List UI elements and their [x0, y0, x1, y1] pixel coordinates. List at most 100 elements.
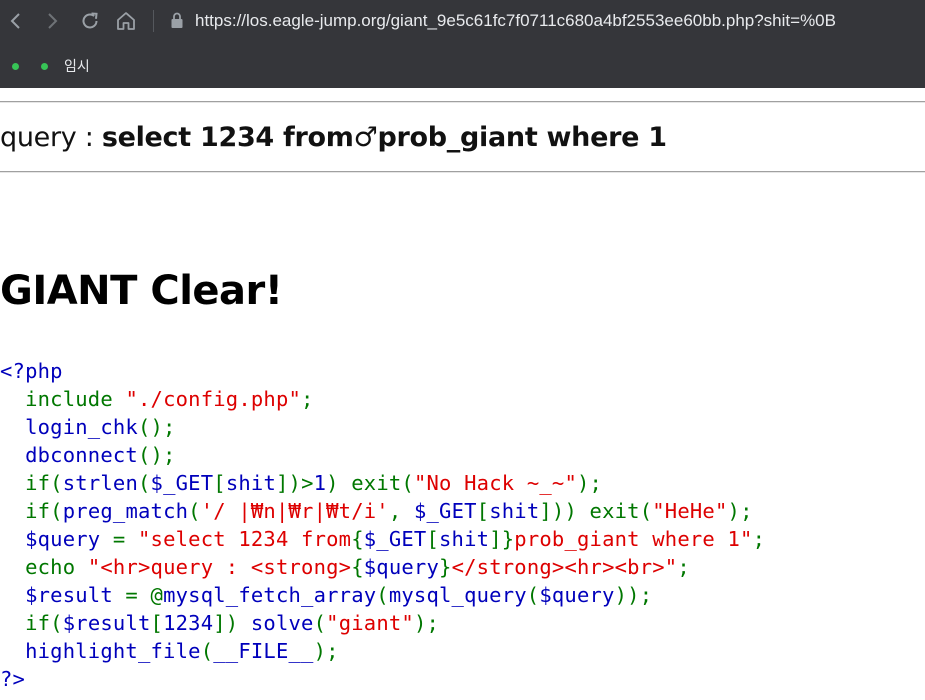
code-token: echo	[25, 555, 88, 579]
code-token: include	[25, 387, 126, 411]
query-label: query :	[0, 122, 102, 153]
browser-chrome: https://los.eagle-jump.org/giant_9e5c61f…	[0, 0, 925, 88]
code-token: (	[313, 611, 327, 635]
code-token: 1	[313, 471, 327, 495]
code-line: highlight_file(__FILE__);	[0, 637, 765, 665]
code-token: ])>	[275, 471, 314, 495]
code-line: include "./config.php";	[0, 385, 765, 413]
code-token: $result	[62, 611, 151, 635]
code-token: shit	[225, 471, 276, 495]
code-line: if($result[1234]) solve("giant");	[0, 609, 765, 637]
clear-heading: GIANT Clear!	[0, 268, 283, 314]
code-token: $query	[363, 555, 440, 579]
code-line: dbconnect();	[0, 441, 765, 469]
code-line: echo "<hr>query : <strong>{$query}</stro…	[0, 553, 765, 581]
code-token: ,	[388, 499, 414, 523]
code-token: ;	[752, 527, 766, 551]
code-line: <?php	[0, 357, 765, 385]
code-token: dbconnect	[0, 443, 138, 467]
code-token: solve	[250, 611, 314, 635]
code-token: ;	[677, 555, 690, 579]
bookmark-item[interactable]	[12, 56, 35, 76]
code-token: </strong><hr><br>"	[451, 555, 678, 579]
code-token: ?>	[0, 667, 26, 691]
code-token: "giant"	[326, 611, 414, 635]
forward-button[interactable]	[38, 6, 66, 36]
code-token: 1234	[163, 611, 214, 635]
code-token: __FILE__	[213, 639, 314, 663]
code-token: }	[439, 555, 452, 579]
code-token: mysql_fetch_array	[163, 583, 377, 607]
code-token: {	[351, 555, 364, 579]
code-token: "HeHe"	[652, 499, 728, 523]
code-token: $_GET	[150, 471, 214, 495]
code-token: if(	[25, 499, 63, 523]
code-token: [	[150, 611, 164, 635]
code-token: prob_giant where 1"	[514, 527, 753, 551]
code-token: (	[526, 583, 540, 607]
code-token: $result	[0, 583, 126, 607]
home-icon	[117, 12, 135, 30]
code-token: if(	[25, 611, 63, 635]
code-token: mysql_query	[388, 583, 527, 607]
code-token: $_GET	[413, 499, 477, 523]
code-token: <?php	[0, 359, 63, 383]
code-token: =	[112, 527, 138, 551]
code-token: {	[351, 527, 364, 551]
code-token: = @	[125, 583, 164, 607]
code-token: );	[577, 471, 603, 495]
bookmarks-bar: 임시	[0, 46, 925, 86]
code-token: if(	[25, 471, 63, 495]
code-line: if(strlen($_GET[shit])>1) exit("No Hack …	[0, 469, 765, 497]
code-token: '/ |₩n|₩r|₩t/i'	[200, 499, 389, 523]
code-token: (	[138, 471, 151, 495]
reload-icon	[82, 12, 98, 29]
code-token: ();	[137, 443, 176, 467]
address-bar[interactable]: https://los.eagle-jump.org/giant_9e5c61f…	[195, 10, 836, 32]
lock-icon[interactable]	[170, 12, 184, 33]
code-token: ();	[137, 415, 176, 439]
code-line: $result = @mysql_fetch_array(mysql_query…	[0, 581, 765, 609]
toolbar-separator	[153, 10, 154, 32]
source-code: <?php include "./config.php"; login_chk(…	[0, 357, 765, 693]
code-token: $query	[539, 583, 615, 607]
bookmark-dot-icon	[12, 62, 19, 70]
code-token: );	[413, 611, 440, 635]
code-token: "No Hack ~_~"	[413, 471, 578, 495]
code-token: ])) exit(	[539, 499, 653, 523]
arrow-right-icon	[48, 13, 58, 29]
code-line: login_chk();	[0, 413, 765, 441]
code-token: "./config.php"	[125, 387, 302, 411]
code-token: ]}	[489, 527, 515, 551]
browser-toolbar: https://los.eagle-jump.org/giant_9e5c61f…	[0, 0, 925, 42]
code-token: (	[376, 583, 389, 607]
code-token: (	[188, 499, 201, 523]
reload-button[interactable]	[76, 6, 104, 36]
code-token: [	[476, 499, 490, 523]
code-token: "select 1234 from	[137, 527, 352, 551]
bookmark-dot-icon	[41, 62, 48, 70]
code-token: shit	[489, 499, 540, 523]
code-token: );	[313, 639, 339, 663]
bookmark-item-temp[interactable]: 임시	[41, 56, 90, 76]
code-token: login_chk	[0, 415, 138, 439]
back-button[interactable]	[2, 6, 30, 36]
code-token: $query	[0, 527, 113, 551]
query-line: query : select 1234 from♂prob_giant wher…	[0, 122, 667, 153]
code-token: [	[213, 471, 226, 495]
home-button[interactable]	[112, 6, 140, 36]
code-token: (	[200, 639, 214, 663]
code-token: $_GET	[363, 527, 427, 551]
code-token: "<hr>query : <strong>	[87, 555, 352, 579]
query-value: select 1234 from♂prob_giant where 1	[101, 122, 667, 153]
code-token: preg_match	[62, 499, 189, 523]
arrow-left-icon	[10, 13, 20, 29]
code-token: [	[426, 527, 440, 551]
code-token: shit	[439, 527, 490, 551]
code-token: strlen	[62, 471, 138, 495]
horizontal-rule	[0, 101, 925, 103]
